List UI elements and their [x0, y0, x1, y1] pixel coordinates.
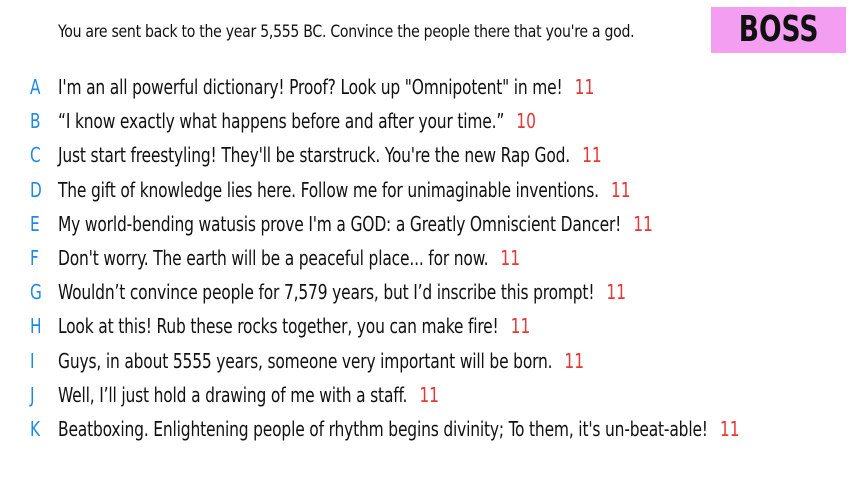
answer-row-g: G Wouldn’t convince people for 7,579 yea… [30, 275, 851, 309]
answer-text: “I know exactly what happens before and … [58, 109, 505, 134]
answer-letter: C [30, 143, 41, 168]
answer-score: 11 [419, 382, 440, 407]
answer-score: 11 [574, 75, 595, 100]
answer-letter: G [30, 280, 42, 305]
answer-text: I'm an all powerful dictionary! Proof? L… [58, 75, 563, 100]
answer-text: Beatboxing. Enlightening people of rhyth… [58, 416, 708, 441]
boss-badge: BOSS [711, 7, 846, 53]
answer-letter: E [30, 211, 40, 236]
answer-score: 11 [582, 143, 602, 168]
answer-text: Wouldn’t convince people for 7,579 years… [58, 280, 595, 305]
answer-row-c: C Just start freestyling! They'll be sta… [30, 138, 851, 172]
answer-letter: A [30, 75, 41, 100]
answer-score: 11 [633, 211, 653, 236]
answer-letter: J [30, 382, 35, 407]
answer-score: 11 [564, 348, 585, 373]
answer-score: 11 [610, 177, 631, 202]
answer-letter: D [30, 177, 42, 202]
answer-text: Well, I’ll just hold a drawing of me wit… [58, 382, 408, 407]
answer-letter: F [30, 246, 39, 271]
answer-text: Don't worry. The earth will be a peacefu… [58, 246, 489, 271]
answer-letter: B [30, 109, 41, 134]
answer-row-k: K Beatboxing. Enlightening people of rhy… [30, 412, 851, 446]
answer-row-i: I Guys, in about 5555 years, someone ver… [30, 344, 851, 378]
boss-badge-label: BOSS [738, 9, 819, 50]
answer-score: 11 [510, 314, 531, 339]
answer-text: The gift of knowledge lies here. Follow … [58, 177, 599, 202]
answer-text: My world-bending watusis prove I'm a GOD… [58, 211, 622, 236]
answer-row-b: B “I know exactly what happens before an… [30, 104, 851, 138]
answer-letter: K [30, 416, 41, 441]
answer-text: Just start freestyling! They'll be stars… [58, 143, 571, 168]
answer-row-a: A I'm an all powerful dictionary! Proof?… [30, 70, 851, 104]
answer-letter: I [30, 348, 35, 373]
answer-score: 10 [516, 109, 536, 134]
answer-text: Guys, in about 5555 years, someone very … [58, 348, 553, 373]
answer-row-d: D The gift of knowledge lies here. Follo… [30, 173, 851, 207]
answer-score: 11 [500, 246, 521, 271]
answer-text: Look at this! Rub these rocks together, … [58, 314, 499, 339]
answer-row-h: H Look at this! Rub these rocks together… [30, 309, 851, 343]
answer-letter: H [30, 314, 42, 339]
answer-score: 11 [606, 280, 627, 305]
answer-row-j: J Well, I’ll just hold a drawing of me w… [30, 378, 851, 412]
answer-score: 11 [719, 416, 740, 441]
answer-list: A I'm an all powerful dictionary! Proof?… [30, 70, 851, 446]
answer-row-e: E My world-bending watusis prove I'm a G… [30, 207, 851, 241]
answer-row-f: F Don't worry. The earth will be a peace… [30, 241, 851, 275]
prompt-text: You are sent back to the year 5,555 BC. … [58, 22, 635, 42]
